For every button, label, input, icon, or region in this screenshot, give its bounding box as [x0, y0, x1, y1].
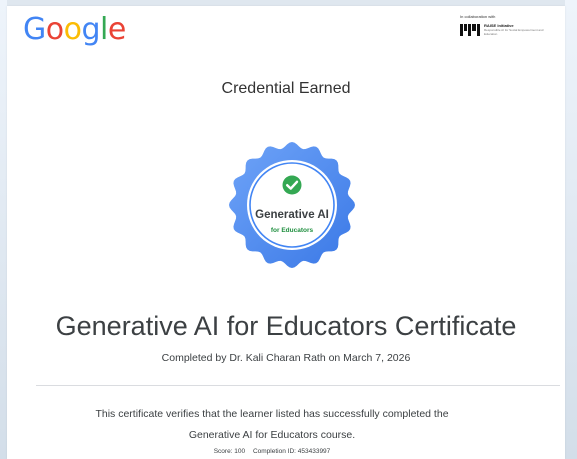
credential-badge: Generative AI for Educators	[228, 141, 356, 269]
completion-id-text: Completion ID: 453433997	[252, 448, 331, 455]
completed-by-line: Completed by Dr. Kali Charan Rath on Mar…	[161, 352, 411, 364]
collaboration-block: In collaboration with RAISE Initiative R…	[460, 14, 548, 42]
badge-subtitle: for Educators	[270, 227, 314, 234]
check-circle-icon	[282, 175, 302, 195]
verification-text-line-1: This certificate verifies that the learn…	[95, 408, 449, 420]
logo-letter: o	[45, 12, 64, 47]
logo-letter: G	[23, 12, 46, 47]
logo-letter: l	[100, 12, 108, 47]
certificate-title: Generative AI for Educators Certificate	[55, 311, 517, 341]
collaboration-label: In collaboration with	[460, 14, 496, 19]
badge-title: Generative AI	[255, 209, 329, 221]
logo-letter: o	[63, 12, 82, 47]
certificate-page: Google In collaboration with RAISE Initi…	[7, 6, 565, 459]
verification-text-line-2: Generative AI for Educators course.	[188, 429, 356, 441]
divider	[36, 385, 560, 386]
partner-description: Responsible AI for Social Empowerment an…	[484, 28, 544, 36]
logo-letter: e	[107, 12, 126, 47]
score-text: Score: 100	[213, 448, 246, 455]
credential-heading: Credential Earned	[221, 80, 351, 97]
google-logo: Google	[23, 13, 126, 47]
score-and-id-line: Score: 100 Completion ID: 453433997	[7, 447, 537, 456]
right-background-band	[565, 0, 577, 459]
logo-letter: g	[81, 12, 101, 47]
badge-seal-icon	[229, 142, 355, 268]
mit-logo-icon	[460, 24, 480, 36]
left-background-band	[0, 0, 7, 459]
